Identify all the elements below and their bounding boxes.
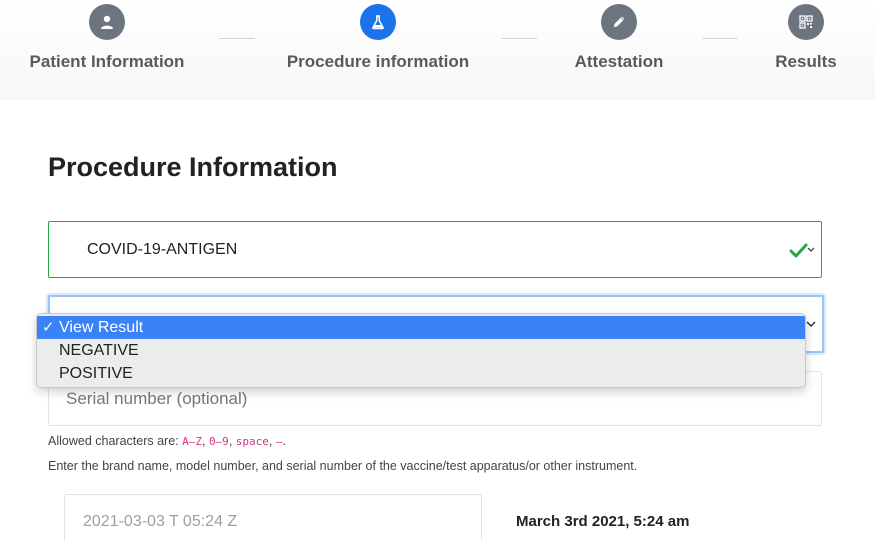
allowed-prefix: Allowed characters are: [48, 434, 179, 448]
step-circle [788, 4, 824, 40]
datetime-display: March 3rd 2021, 5:24 am [516, 513, 690, 530]
allowed-token: 0–9 [208, 435, 229, 448]
valid-check-icon [789, 243, 815, 258]
flask-icon [372, 15, 384, 30]
step-patient-information[interactable]: Patient Information [24, 4, 190, 72]
procedure-select-value: COVID-19-ANTIGEN [87, 241, 238, 258]
option-label: POSITIVE [59, 365, 133, 382]
result-dropdown-list: ✓ View Result NEGATIVE POSITIVE [36, 313, 806, 388]
step-label: Procedure information [286, 52, 470, 71]
step-circle [360, 4, 396, 40]
step-circle [601, 4, 637, 40]
step-connector [219, 38, 255, 39]
step-label: Patient Information [29, 52, 185, 71]
instrument-help: Enter the brand name, model number, and … [48, 459, 638, 473]
step-procedure-information[interactable]: Procedure information [282, 4, 474, 72]
step-label: Attestation [574, 52, 664, 71]
allowed-token: space [235, 435, 269, 448]
procedure-select[interactable]: COVID-19-ANTIGEN [48, 221, 822, 278]
user-icon [101, 15, 113, 29]
option-label: NEGATIVE [59, 342, 139, 359]
pencil-icon [614, 16, 625, 27]
datetime-placeholder: 2021-03-03 T 05:24 Z [83, 513, 238, 530]
step-connector [501, 38, 537, 39]
allowed-characters-help: Allowed characters are: A–Z, 0–9, space,… [48, 434, 286, 448]
step-circle [89, 4, 125, 40]
step-label: Results [775, 52, 837, 71]
dropdown-option-view-result[interactable]: ✓ View Result [37, 316, 805, 339]
step-attestation[interactable]: Attestation [570, 4, 668, 72]
dropdown-option-positive[interactable]: POSITIVE [37, 362, 805, 385]
datetime-input[interactable]: 2021-03-03 T 05:24 Z [64, 494, 482, 540]
serial-number-placeholder: Serial number (optional) [66, 389, 248, 408]
step-connector [702, 38, 738, 39]
checkmark-icon: ✓ [42, 319, 55, 336]
progress-stepper: Patient Information Procedure informatio… [0, 0, 875, 100]
dropdown-option-negative[interactable]: NEGATIVE [37, 339, 805, 362]
chevron-down-icon [806, 321, 816, 328]
option-label: View Result [59, 319, 144, 336]
step-results[interactable]: Results [773, 4, 839, 72]
page-title: Procedure Information [48, 152, 338, 182]
qr-code-icon [799, 15, 813, 29]
allowed-token: A–Z [182, 435, 202, 448]
allowed-token: – [275, 435, 283, 448]
